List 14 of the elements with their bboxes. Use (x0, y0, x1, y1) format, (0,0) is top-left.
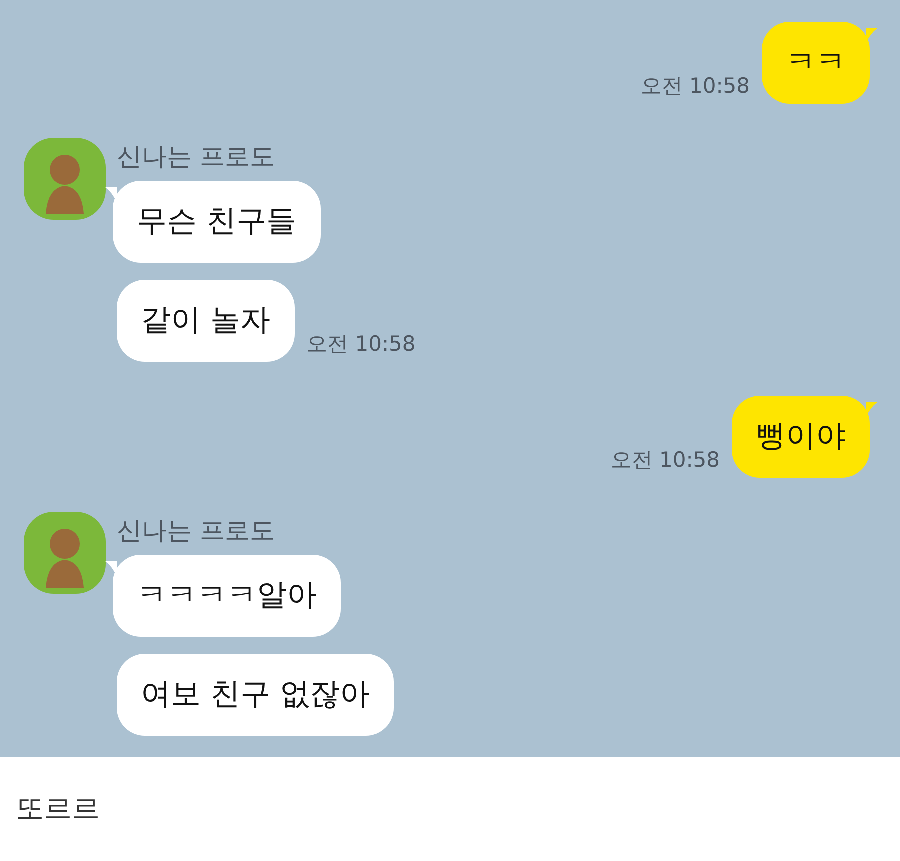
message-time: 오전 10:58 (306, 331, 416, 358)
message-bubble: 같이 놀자 (117, 280, 295, 362)
message-time: 오전 10:58 (640, 73, 750, 100)
message-bubble: ㅋㅋ (762, 22, 870, 104)
avatar-icon (24, 512, 106, 594)
sender-name: 신나는 프로도 (117, 141, 276, 173)
caption-text: 또르르 (16, 791, 100, 827)
message-time: 오전 10:58 (610, 447, 720, 474)
message-bubble: 여보 친구 없잖아 (117, 654, 394, 736)
message-bubble: 무슨 친구들 (113, 181, 321, 263)
avatar-icon (24, 138, 106, 220)
sender-name: 신나는 프로도 (117, 515, 276, 547)
message-bubble: 뻥이야 (732, 396, 870, 478)
message-bubble: ㅋㅋㅋㅋ알아 (113, 555, 341, 637)
